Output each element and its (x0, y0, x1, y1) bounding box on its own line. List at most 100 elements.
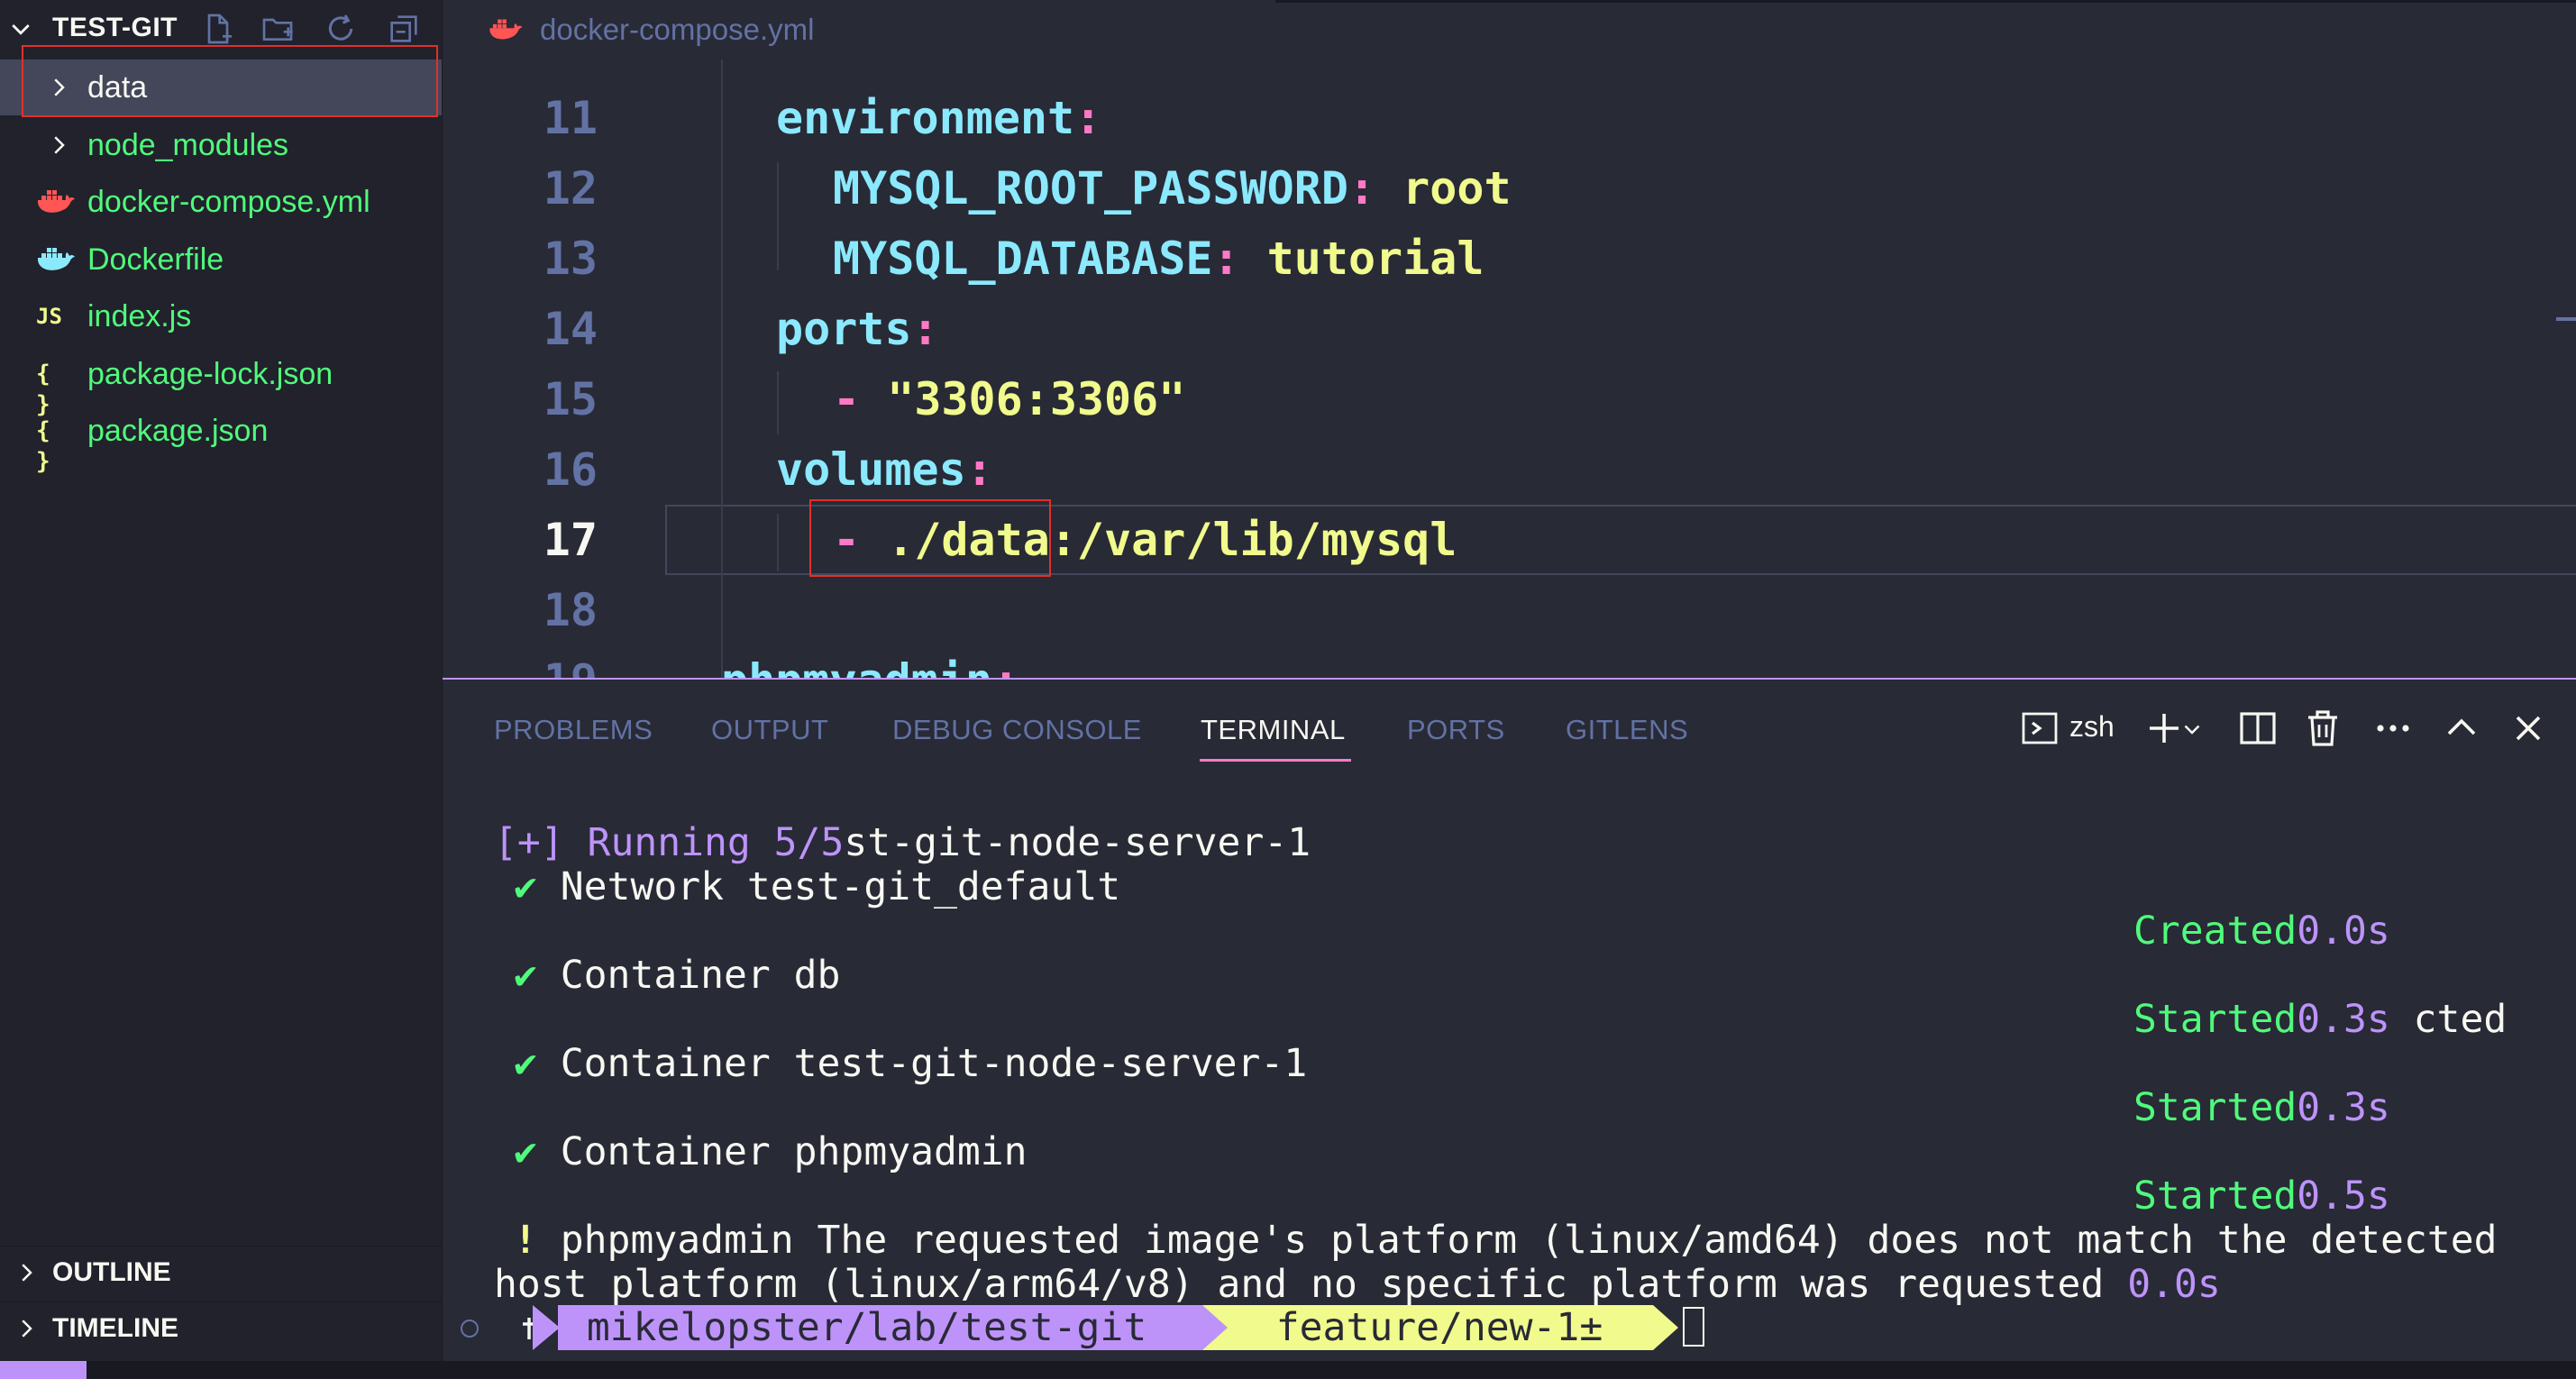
docker-icon (38, 248, 75, 270)
status-time: 0.5s (2297, 1174, 2390, 1219)
prompt-path-segment: mikelopster/lab/test-git (558, 1305, 1202, 1350)
status-time: 0.0s (2127, 1262, 2221, 1307)
tree-item-package-json[interactable]: { } package.json (0, 403, 442, 475)
tree-item-package-lock[interactable]: { } package-lock.json (0, 346, 442, 418)
tab-debug-console[interactable]: DEBUG CONSOLE (892, 714, 1142, 746)
code-token: volumes (776, 443, 966, 496)
tab-ports[interactable]: PORTS (1407, 714, 1505, 746)
code-text: volumes: (776, 443, 993, 496)
running-count: 5/5 (773, 820, 845, 865)
close-icon[interactable] (2507, 707, 2550, 750)
remote-indicator[interactable] (0, 1361, 87, 1379)
json-icon: { } (36, 417, 50, 475)
code-token: ./data:/var/lib/mysql (887, 514, 1457, 566)
tree-item-docker-compose[interactable]: docker-compose.yml (0, 174, 442, 230)
status-started: Started (2133, 1174, 2297, 1219)
tab-divider (1275, 0, 2576, 3)
explorer-header[interactable]: TEST-GIT (0, 0, 442, 59)
terminal-line: ! phpmyadmin The requested image's platf… (514, 1218, 2498, 1263)
chevron-down-icon[interactable] (2179, 707, 2206, 750)
chevron-right-icon (54, 78, 65, 96)
maximize-panel-icon[interactable] (2440, 707, 2483, 750)
warning-icon: ! (514, 1218, 537, 1263)
code-text: phpmyadmin: (721, 654, 1019, 678)
check-icon: ✔ (514, 1041, 537, 1086)
line-number: 19 (443, 654, 598, 678)
check-icon: ✔ (514, 864, 537, 909)
line-number: 17 (543, 514, 598, 566)
collapse-all-icon[interactable] (386, 11, 422, 47)
line-number: 15 (543, 373, 598, 425)
more-icon[interactable] (2371, 707, 2415, 750)
tree-item-label: node_modules (87, 128, 289, 162)
code-token: : (965, 443, 993, 496)
tab-docker-compose[interactable]: docker-compose.yml (443, 0, 1275, 59)
code-line[interactable]: 11 environment: (443, 87, 2576, 157)
code-token: MYSQL_ROOT_PASSWORD (833, 162, 1348, 215)
tab-problems[interactable]: PROBLEMS (494, 714, 653, 746)
terminal-line: Started0.3s cted (2133, 997, 2507, 1042)
shell-prompt[interactable]: mikelopster/lab/test-git feature/new-1± (443, 1301, 2576, 1352)
code-text: MYSQL_ROOT_PASSWORD: root (833, 162, 1512, 215)
tree-item-dockerfile[interactable]: Dockerfile (0, 232, 442, 288)
code-text: ports: (776, 303, 939, 355)
code-line[interactable]: 17 - ./data:/var/lib/mysql (443, 508, 2576, 579)
tree-item-index-js[interactable]: JS index.js (0, 288, 442, 344)
terminal-line: ✔ Network test-git_default (514, 864, 1120, 909)
terminal-line: Started0.5s (2133, 1174, 2390, 1219)
terminal-icon[interactable] (2018, 707, 2061, 750)
prompt-path: mikelopster/lab/test-git (563, 1305, 1171, 1350)
tab-output[interactable]: OUTPUT (711, 714, 828, 746)
code-line[interactable]: 16 volumes: (443, 438, 2576, 508)
terminal-line: [+] Running 5/5st-git-node-server-1 (494, 820, 1311, 865)
code-editor[interactable]: 10command: --default-authentication-plug… (443, 0, 2576, 678)
tree-item-data[interactable]: data (0, 59, 442, 115)
tab-terminal[interactable]: TERMINAL (1201, 714, 1346, 746)
warning-text: host platform (linux/arm64/v8) and no sp… (494, 1262, 2128, 1307)
trash-icon[interactable] (2301, 707, 2344, 750)
terminal-line: ✔ Container db (514, 953, 840, 998)
prompt-branch-segment: feature/new-1± (1202, 1305, 1653, 1350)
chevron-right-icon (22, 1264, 32, 1282)
check-icon: ✔ (514, 1129, 537, 1174)
scrollbar-marker[interactable] (2556, 317, 2576, 321)
powerline-arrow (533, 1305, 560, 1350)
warning-text: phpmyadmin The requested image's platfor… (536, 1218, 2498, 1263)
code-token: : (911, 303, 939, 355)
powerline-arrow (1202, 1305, 1228, 1350)
code-token: : (1212, 233, 1240, 285)
outline-section[interactable]: OUTLINE (0, 1246, 442, 1301)
chevron-down-icon[interactable] (7, 16, 34, 43)
code-token: phpmyadmin (721, 654, 992, 678)
tree-item-label: data (87, 70, 148, 105)
split-terminal-icon[interactable] (2236, 707, 2279, 750)
vscode-window: TEST-GIT data node_modules docker-compos… (0, 0, 2576, 1379)
terminal-name[interactable]: zsh (2069, 710, 2115, 744)
code-line[interactable]: 18 (443, 579, 2576, 649)
code-token: MYSQL_DATABASE (833, 233, 1213, 285)
tab-bar: docker-compose.yml (443, 0, 2576, 59)
tab-gitlens[interactable]: GITLENS (1566, 714, 1688, 746)
terminal-line: host platform (linux/arm64/v8) and no sp… (494, 1262, 2221, 1307)
code-line[interactable]: 13 MYSQL_DATABASE: tutorial (443, 227, 2576, 297)
status-time: 0.0s (2297, 909, 2390, 954)
status-time: 0.3s (2297, 1085, 2390, 1130)
code-line[interactable]: 14 ports: (443, 297, 2576, 368)
new-file-icon[interactable] (200, 11, 236, 47)
explorer-sidebar: TEST-GIT data node_modules docker-compos… (0, 0, 443, 1361)
code-line[interactable]: 15 - "3306:3306" (443, 368, 2576, 438)
docker-icon (489, 19, 523, 40)
code-token: : (992, 654, 1019, 678)
new-folder-icon[interactable] (260, 11, 296, 47)
container-line: Container phpmyadmin (536, 1129, 1028, 1174)
timeline-section[interactable]: TIMELINE (0, 1301, 442, 1356)
terminal-line: ✔ Container test-git-node-server-1 (514, 1041, 1307, 1086)
check-icon: ✔ (514, 953, 537, 998)
bottom-panel: PROBLEMS OUTPUT DEBUG CONSOLE TERMINAL P… (443, 678, 2576, 1363)
line-number: 12 (543, 162, 598, 215)
tree-item-node-modules[interactable]: node_modules (0, 117, 442, 173)
code-line[interactable]: 19 phpmyadmin: (443, 649, 2576, 678)
code-line[interactable]: 12 MYSQL_ROOT_PASSWORD: root (443, 157, 2576, 227)
refresh-icon[interactable] (323, 11, 359, 47)
code-token: "3306:3306" (887, 373, 1186, 425)
